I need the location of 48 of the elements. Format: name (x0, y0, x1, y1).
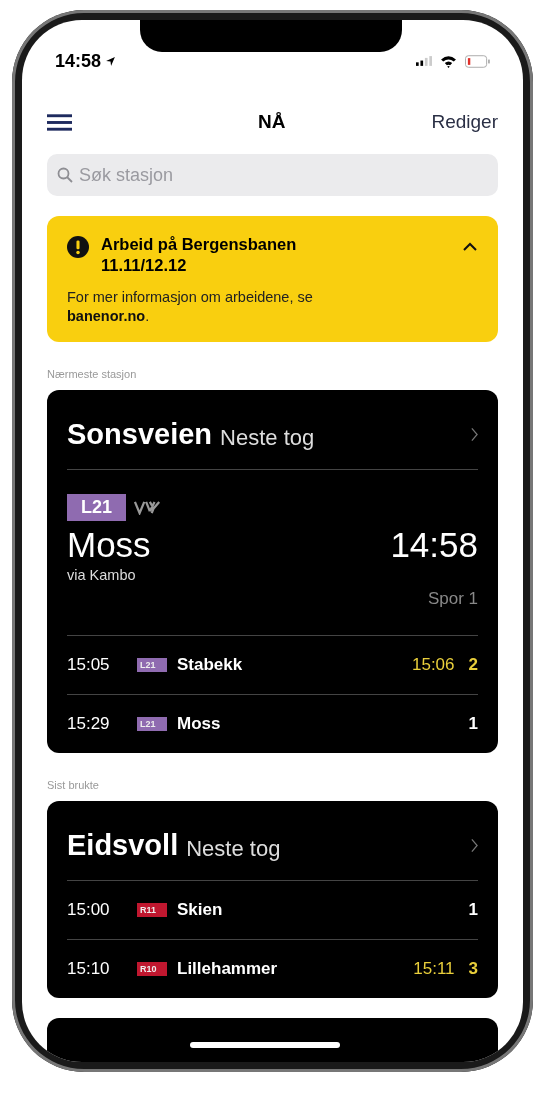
station-subtitle: Neste tog (186, 835, 281, 862)
battery-icon (465, 54, 490, 68)
collapse-icon[interactable] (462, 242, 478, 252)
destination: Lillehammer (177, 959, 278, 979)
track-label: Spor 1 (427, 589, 478, 609)
via-text: via Kambo (67, 567, 137, 583)
line-badge: R11 (137, 903, 167, 917)
track-number: 1 (468, 900, 478, 920)
line-badge: R10 (137, 962, 167, 976)
warning-icon (67, 236, 89, 258)
alert-title: Arbeid på Bergensbanen 11.11/12.12 (101, 234, 298, 276)
menu-icon[interactable] (47, 112, 72, 132)
station-name: Sonsveien (67, 418, 213, 451)
destination: Stabekk (177, 655, 243, 675)
line-badge: L21 (67, 494, 127, 521)
alert-text: For mer informasjon om arbeidene, se banenor.no. (67, 288, 314, 326)
station-name: Eidsvoll (67, 829, 179, 862)
departure-time: 15:00 (67, 900, 111, 920)
page-title: NÅ (258, 111, 286, 133)
chevron-right-icon (471, 838, 478, 853)
chevron-right-icon (471, 427, 478, 442)
new-time: 15:11 (413, 959, 455, 979)
departure-time: 15:05 (67, 655, 111, 675)
track-number: 1 (468, 714, 478, 734)
location-icon (105, 55, 117, 67)
destination: Moss (67, 525, 151, 565)
operator-logo-icon (134, 500, 163, 515)
station-card[interactable]: Eidsvoll Neste tog 15:00 R11 Skien 1 15:10 R10 Lillehammer 15:11 3 (47, 801, 498, 998)
wifi-icon (440, 54, 457, 68)
search-icon (57, 167, 73, 183)
section-label: Nærmeste stasjon (47, 368, 138, 380)
line-badge: L21 (137, 658, 167, 672)
station-subtitle: Neste tog (220, 424, 315, 451)
destination: Skien (177, 900, 223, 920)
edit-button[interactable]: Rediger (431, 111, 498, 133)
line-badge: L21 (137, 717, 167, 731)
status-time: 14:58 (55, 50, 102, 72)
departure-time: 14:58 (390, 525, 478, 565)
search-field[interactable]: Søk stasjon (47, 154, 498, 196)
departure-time: 15:29 (67, 714, 111, 734)
new-time: 15:06 (412, 655, 455, 675)
track-number: 3 (468, 959, 478, 979)
section-label: Sist brukte (47, 779, 100, 791)
signal-icon (416, 56, 432, 66)
departure-time: 15:10 (67, 959, 111, 979)
track-number: 2 (468, 655, 478, 675)
destination: Moss (177, 714, 221, 734)
station-card[interactable]: Sonsveien Neste tog L21 Moss 14:58 via Kambo Spor 1 15:05 L21 Stabekk 15:06 2 15:29 L21 Moss 1 (47, 390, 498, 753)
